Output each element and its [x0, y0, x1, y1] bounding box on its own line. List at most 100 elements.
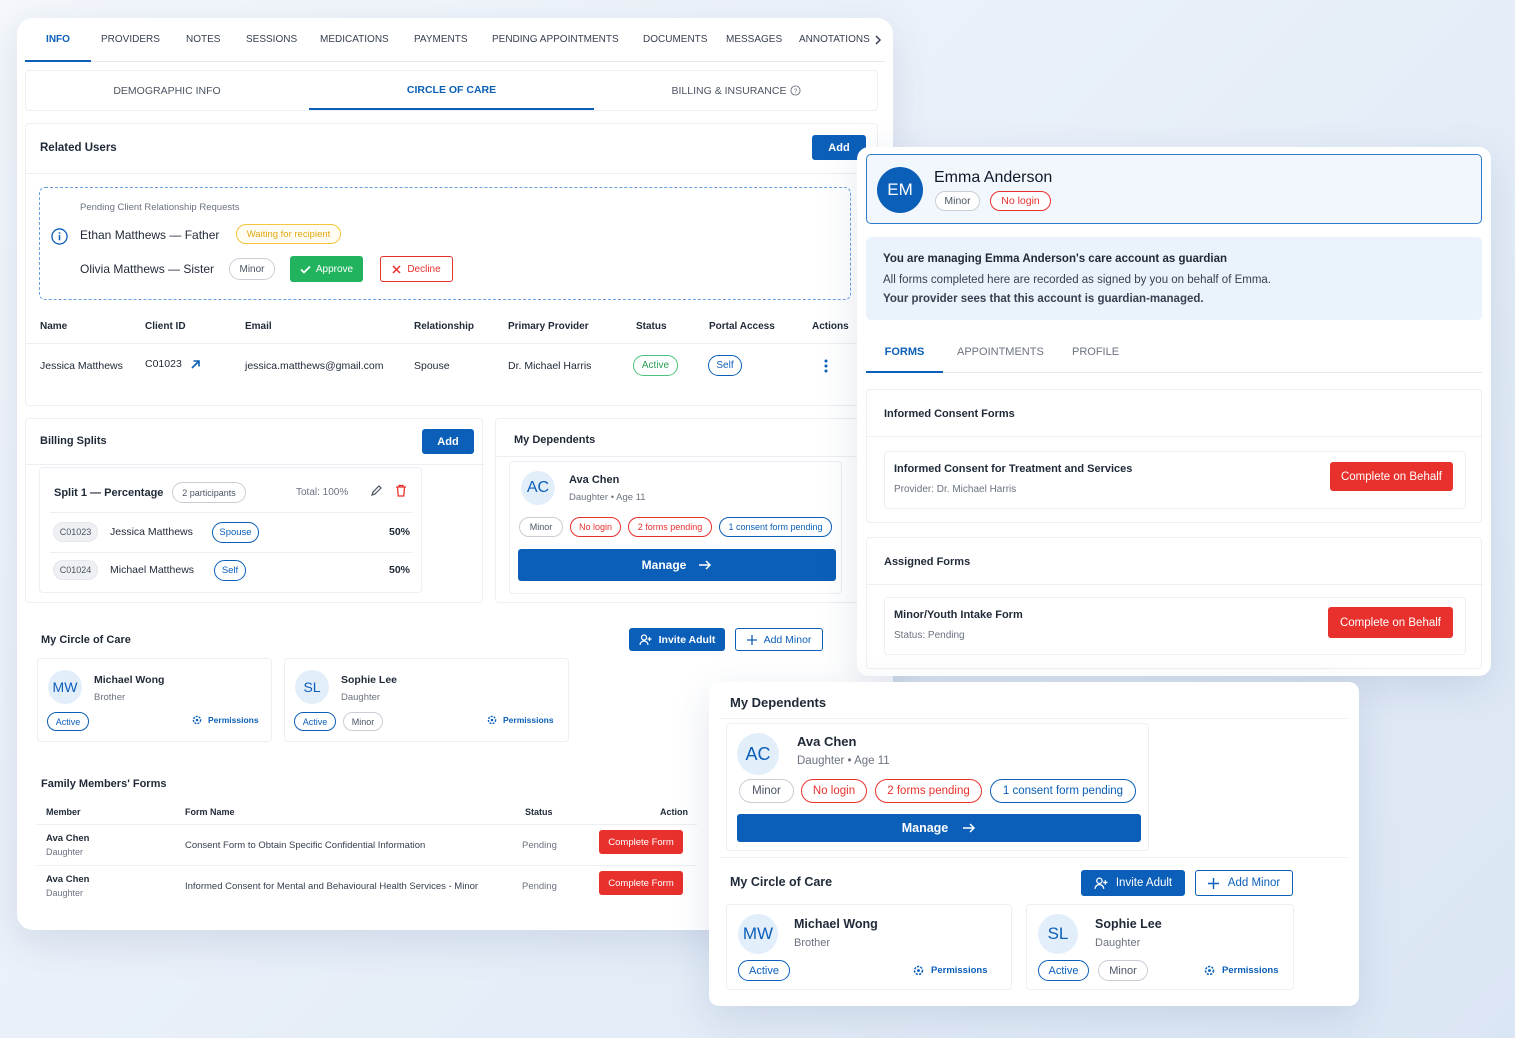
- forms-pending-badge: 2 forms pending: [875, 779, 982, 803]
- permissions-link[interactable]: Permissions: [487, 715, 554, 725]
- member-name: Ava Chen: [46, 874, 90, 885]
- complete-form-button[interactable]: Complete Form: [599, 830, 683, 854]
- member-relationship: Daughter: [46, 888, 84, 898]
- section-title: My Dependents: [514, 434, 596, 446]
- gear-icon: [1204, 965, 1215, 976]
- info-icon: [51, 228, 68, 245]
- button-label: Add Minor: [763, 633, 812, 646]
- form-status: Pending: [522, 881, 557, 892]
- manage-dependent-button[interactable]: Manage: [518, 549, 836, 581]
- divider: [50, 512, 413, 513]
- dependent-card: AC Ava Chen Daughter • Age 11 Minor No l…: [726, 723, 1149, 851]
- divider: [867, 584, 1483, 585]
- permissions-link[interactable]: Permissions: [913, 965, 988, 976]
- consent-forms-section: Informed Consent Forms Informed Consent …: [866, 389, 1483, 523]
- divider: [26, 173, 879, 174]
- button-label: Approve: [315, 263, 354, 275]
- divider: [37, 824, 697, 825]
- permissions-link[interactable]: Permissions: [1204, 965, 1279, 976]
- tab-appointments[interactable]: APPOINTMENTS: [957, 346, 1044, 358]
- tab-sessions[interactable]: SESSIONS: [246, 34, 297, 45]
- tab-payments[interactable]: PAYMENTS: [414, 34, 468, 45]
- guardian-header: EM Emma Anderson Minor No login: [866, 154, 1482, 224]
- col-header-name: Name: [40, 321, 68, 332]
- assigned-forms-section: Assigned Forms Minor/Youth Intake Form S…: [866, 537, 1483, 669]
- complete-on-behalf-button[interactable]: Complete on Behalf: [1328, 607, 1453, 638]
- member-name: Michael Wong: [94, 674, 165, 686]
- form-card: Minor/Youth Intake Form Status: Pending …: [884, 597, 1466, 655]
- tab-providers[interactable]: PROVIDERS: [101, 34, 160, 45]
- link-label: Permissions: [931, 965, 988, 976]
- button-label: Add Minor: [1227, 877, 1281, 889]
- cell-name: Jessica Matthews: [40, 360, 123, 372]
- member-card: MW Michael Wong Brother Active Permissio…: [37, 658, 272, 742]
- gear-icon: [192, 715, 202, 725]
- table-row: Ava Chen Daughter Informed Consent for M…: [25, 866, 705, 906]
- more-vertical-icon[interactable]: [824, 359, 828, 373]
- trash-icon[interactable]: [395, 484, 407, 497]
- pending-requests-box: Pending Client Relationship Requests Eth…: [39, 187, 851, 300]
- tab-documents[interactable]: DOCUMENTS: [643, 34, 707, 45]
- tab-messages[interactable]: MESSAGES: [726, 34, 782, 45]
- tab-forms[interactable]: FORMS: [866, 333, 943, 373]
- subtab-demographic-info[interactable]: DEMOGRAPHIC INFO: [26, 71, 308, 110]
- tab-profile[interactable]: PROFILE: [1072, 346, 1119, 358]
- participant-name: Jessica Matthews: [110, 526, 193, 538]
- tab-annotations[interactable]: ANNOTATIONS: [799, 34, 870, 45]
- invite-adult-button[interactable]: Invite Adult: [629, 628, 725, 651]
- complete-on-behalf-button[interactable]: Complete on Behalf: [1330, 462, 1453, 491]
- cell-provider: Dr. Michael Harris: [508, 360, 592, 372]
- button-label: Add: [437, 435, 459, 448]
- minor-badge: Minor: [1098, 960, 1148, 981]
- divider: [721, 718, 1347, 719]
- split-row: C01023 Jessica Matthews Spouse 50%: [40, 514, 423, 552]
- member-name: Sophie Lee: [341, 674, 398, 686]
- tab-label: APPOINTMENTS: [957, 346, 1044, 358]
- invite-adult-button[interactable]: Invite Adult: [1081, 870, 1185, 896]
- approve-button[interactable]: Approve: [290, 256, 363, 282]
- subtab-circle-of-care[interactable]: CIRCLE OF CARE: [309, 71, 594, 110]
- external-link-icon[interactable]: [190, 359, 201, 370]
- complete-form-button[interactable]: Complete Form: [599, 871, 683, 895]
- col-header-member: Member: [46, 807, 81, 817]
- tab-label: INFO: [46, 33, 70, 45]
- tab-info[interactable]: INFO: [25, 18, 91, 62]
- add-billing-split-button[interactable]: Add: [422, 429, 474, 454]
- tab-label: FORMS: [884, 346, 925, 358]
- add-minor-button[interactable]: Add Minor: [1195, 870, 1293, 896]
- client-id-badge: C01023: [53, 522, 98, 542]
- tab-label: MESSAGES: [726, 34, 783, 45]
- col-header-relationship: Relationship: [414, 321, 475, 332]
- table-row: Jessica Matthews C01023 jessica.matthews…: [26, 344, 879, 388]
- split-total: Total: 100%: [296, 487, 349, 498]
- request-ethan-matthews: Ethan Matthews — Father: [80, 228, 220, 242]
- tab-notes[interactable]: NOTES: [186, 34, 220, 45]
- cell-relationship: Spouse: [414, 360, 450, 372]
- add-minor-button[interactable]: Add Minor: [735, 628, 823, 651]
- tab-label: PROVIDERS: [101, 34, 160, 45]
- tab-pending-appointments[interactable]: PENDING APPOINTMENTS: [492, 34, 619, 45]
- dependent-card: AC Ava Chen Daughter • Age 11 Minor No l…: [509, 461, 842, 594]
- tab-label: DOCUMENTS: [643, 34, 708, 45]
- section-title: My Circle of Care: [41, 634, 131, 646]
- split-card: Split 1 — Percentage 2 participants Tota…: [39, 467, 422, 593]
- chevron-right-icon[interactable]: [874, 35, 882, 45]
- avatar: MW: [738, 914, 778, 954]
- gear-icon: [487, 715, 497, 725]
- section-title: Informed Consent Forms: [884, 408, 1015, 420]
- patient-name: Emma Anderson: [934, 169, 1053, 186]
- decline-button[interactable]: Decline: [380, 256, 453, 282]
- col-header-status: Status: [636, 321, 667, 332]
- subtab-billing-insurance[interactable]: BILLING & INSURANCE?: [594, 71, 879, 110]
- member-relationship: Daughter: [46, 847, 84, 857]
- permissions-link[interactable]: Permissions: [192, 715, 259, 725]
- tab-medications[interactable]: MEDICATIONS: [320, 34, 389, 45]
- section-title: My Dependents: [730, 695, 827, 710]
- button-label: Add: [828, 141, 850, 154]
- edit-pencil-icon[interactable]: [370, 485, 382, 497]
- avatar: SL: [295, 670, 329, 704]
- member-relationship: Brother: [794, 937, 831, 949]
- dependent-subtitle: Daughter • Age 11: [797, 755, 890, 767]
- manage-dependent-button[interactable]: Manage: [737, 814, 1141, 842]
- participants-badge: 2 participants: [172, 482, 246, 503]
